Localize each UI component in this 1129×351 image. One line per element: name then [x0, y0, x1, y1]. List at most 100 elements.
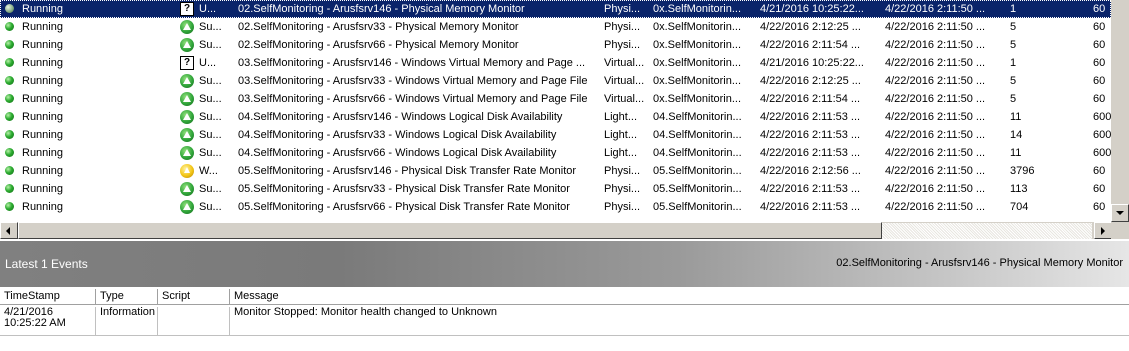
table-row[interactable]: ? Running U... 03.SelfMonitoring - Arusfsrv…	[0, 54, 1111, 72]
type-cell: Physi...	[604, 21, 641, 33]
type-cell: Virtual...	[604, 57, 645, 69]
count-cell: 704	[1010, 201, 1029, 213]
event-timestamp-time: 10:25:22 AM	[4, 317, 66, 329]
state-cell: Running	[22, 57, 63, 69]
horizontal-scroll-track[interactable]	[882, 223, 1092, 239]
monitor-name-cell: 02.SelfMonitoring - Arusfsrv66 - Physica…	[238, 39, 519, 51]
group-cell: 05.SelfMonitorin...	[653, 165, 742, 177]
interval-cell: 600	[1093, 147, 1111, 159]
interval-cell: 60	[1093, 183, 1106, 195]
scroll-down-button[interactable]	[1111, 204, 1129, 222]
scroll-left-button[interactable]	[0, 222, 18, 239]
start-time-cell: 4/22/2016 2:11:50 ...	[885, 129, 986, 141]
event-row[interactable]: 4/21/2016 10:25:22 AM Information Monito…	[0, 305, 1129, 336]
last-check-cell: 4/22/2016 2:11:53 ...	[760, 201, 861, 213]
table-row[interactable]: Running Su... 04.SelfMonitoring - Arusfsrv…	[0, 126, 1111, 144]
status-cell: Su...	[199, 75, 222, 87]
running-state-icon	[5, 148, 14, 157]
state-cell: Running	[22, 201, 63, 213]
success-icon	[180, 74, 194, 88]
event-message: Monitor Stopped: Monitor health changed …	[234, 306, 497, 318]
last-check-cell: 4/22/2016 2:12:25 ...	[760, 21, 861, 33]
running-state-icon	[5, 184, 14, 193]
success-icon	[180, 92, 194, 106]
monitor-name-cell: 03.SelfMonitoring - Arusfsrv33 - Windows…	[238, 75, 588, 87]
table-row[interactable]: Running Su... 05.SelfMonitoring - Arusfsrv…	[0, 180, 1111, 198]
column-header-message[interactable]: Message	[230, 289, 1129, 304]
scrollbar-corner	[1111, 222, 1129, 239]
last-check-cell: 4/22/2016 2:11:53 ...	[760, 147, 861, 159]
table-row[interactable]: Running Su... 03.SelfMonitoring - Arusfsrv…	[0, 90, 1111, 108]
scroll-right-button[interactable]	[1094, 222, 1112, 239]
status-cell: Su...	[199, 129, 222, 141]
warning-icon	[180, 164, 194, 178]
last-check-cell: 4/22/2016 2:11:53 ...	[760, 183, 861, 195]
status-cell: Su...	[199, 183, 222, 195]
start-time-cell: 4/22/2016 2:11:50 ...	[885, 147, 986, 159]
horizontal-scroll-thumb[interactable]	[18, 222, 882, 239]
success-icon	[180, 128, 194, 142]
start-time-cell: 4/22/2016 2:11:50 ...	[885, 165, 986, 177]
state-cell: Running	[22, 3, 63, 15]
interval-cell: 60	[1093, 57, 1106, 69]
table-row[interactable]: Running Su... 02.SelfMonitoring - Arusfsrv…	[0, 36, 1111, 54]
group-cell: 0x.SelfMonitorin...	[653, 57, 742, 69]
running-state-icon	[5, 130, 14, 139]
status-cell: Su...	[199, 201, 222, 213]
success-icon	[180, 20, 194, 34]
table-row[interactable]: Running Su... 05.SelfMonitoring - Arusfsrv…	[0, 198, 1111, 216]
type-cell: Virtual...	[604, 75, 645, 87]
running-state-icon	[5, 94, 14, 103]
table-row[interactable]: Running Su... 04.SelfMonitoring - Arusfsrv…	[0, 144, 1111, 162]
event-timestamp: 4/21/2016 10:25:22 AM	[0, 307, 96, 335]
unknown-icon: ?	[180, 2, 194, 16]
monitor-state-grid[interactable]: ? Running U... 02.SelfMonitoring - Arusfsrv…	[0, 0, 1111, 222]
count-cell: 5	[1010, 75, 1017, 87]
status-cell: W...	[199, 165, 218, 177]
count-cell: 113	[1010, 183, 1028, 195]
group-cell: 05.SelfMonitorin...	[653, 201, 742, 213]
table-row[interactable]: Running Su... 03.SelfMonitoring - Arusfsrv…	[0, 72, 1111, 90]
success-icon	[180, 182, 194, 196]
group-cell: 04.SelfMonitorin...	[653, 147, 742, 159]
events-table-header: TimeStamp Type Script Message	[0, 289, 1129, 305]
running-state-icon	[5, 202, 14, 211]
events-panel-header: Latest 1 Events 02.SelfMonitoring - Arus…	[0, 241, 1129, 287]
type-cell: Virtual...	[604, 93, 645, 105]
interval-cell: 60	[1093, 39, 1106, 51]
type-cell: Light...	[604, 129, 638, 141]
count-cell: 14	[1010, 129, 1023, 141]
interval-cell: 600	[1093, 129, 1111, 141]
table-row[interactable]: Running Su... 04.SelfMonitoring - Arusfsrv…	[0, 108, 1111, 126]
table-row[interactable]: Running Su... 02.SelfMonitoring - Arusfsrv…	[0, 18, 1111, 36]
start-time-cell: 4/22/2016 2:11:50 ...	[885, 3, 986, 15]
state-cell: Running	[22, 39, 63, 51]
status-cell: U...	[199, 57, 217, 69]
status-cell: Su...	[199, 111, 222, 123]
type-cell: Light...	[604, 147, 638, 159]
last-check-cell: 4/22/2016 2:11:53 ...	[760, 129, 861, 141]
state-cell: Running	[22, 111, 63, 123]
column-header-script[interactable]: Script	[158, 289, 230, 304]
table-row[interactable]: ? Running U... 02.SelfMonitoring - Arusfsrv…	[0, 0, 1111, 18]
monitor-name-cell: 04.SelfMonitoring - Arusfsrv146 - Window…	[238, 111, 563, 123]
status-cell: Su...	[199, 39, 222, 51]
unknown-icon: ?	[180, 56, 194, 70]
state-cell: Running	[22, 75, 63, 87]
type-cell: Physi...	[604, 183, 641, 195]
column-header-timestamp[interactable]: TimeStamp	[0, 289, 96, 304]
vertical-scrollbar[interactable]	[1111, 0, 1129, 222]
state-cell: Running	[22, 129, 63, 141]
table-row[interactable]: Running W... 05.SelfMonitoring - Arusfsrv1…	[0, 162, 1111, 180]
running-state-icon	[5, 22, 14, 31]
success-icon	[180, 146, 194, 160]
group-cell: 0x.SelfMonitorin...	[653, 75, 742, 87]
column-header-type[interactable]: Type	[96, 289, 158, 304]
running-state-icon	[5, 58, 14, 67]
group-cell: 05.SelfMonitorin...	[653, 183, 742, 195]
success-icon	[180, 38, 194, 52]
monitor-name-cell: 04.SelfMonitoring - Arusfsrv66 - Windows…	[238, 147, 557, 159]
monitor-name-cell: 03.SelfMonitoring - Arusfsrv146 - Window…	[238, 57, 586, 69]
last-check-cell: 4/22/2016 2:11:53 ...	[760, 111, 861, 123]
type-cell: Physi...	[604, 165, 641, 177]
